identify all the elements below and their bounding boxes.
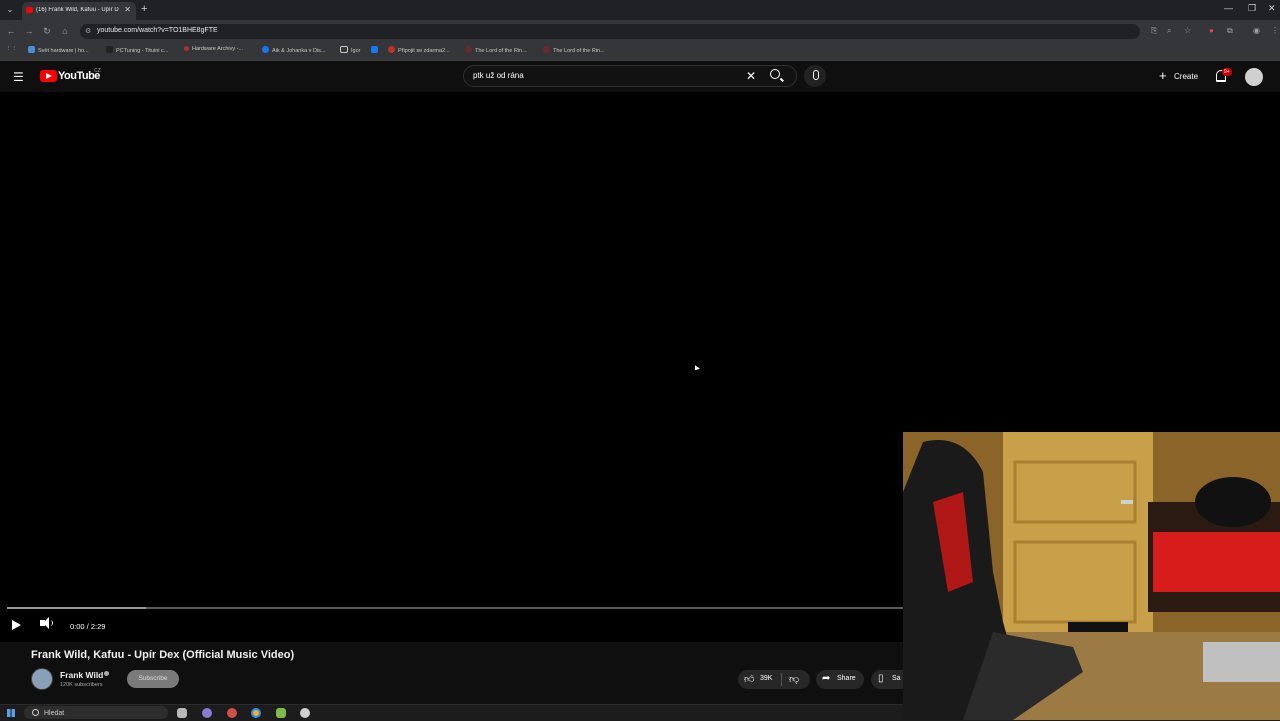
region-code: CZ (94, 68, 101, 74)
bookmark-item[interactable]: The Lord of the Rin... (465, 46, 527, 54)
channel-name[interactable]: Frank Wild (60, 670, 103, 680)
subscriber-count: 120K subscribers (60, 682, 103, 688)
tab-strip (0, 0, 1280, 20)
taskbar-app-icon[interactable] (300, 708, 310, 718)
divider (781, 673, 782, 686)
notification-badge[interactable]: 9+ (1222, 68, 1232, 76)
address-bar[interactable] (80, 24, 1140, 39)
red-blanket (1153, 532, 1280, 592)
progress-buffered (7, 607, 146, 609)
bookmark-icon[interactable]: ▯ (878, 673, 884, 684)
youtube-favicon-icon (26, 7, 33, 13)
bookmark-item[interactable]: Hardware Archivy -... (184, 46, 243, 52)
bookmark-folder[interactable]: Igor (340, 46, 360, 54)
tab-list-button[interactable]: ⌄ (4, 4, 16, 16)
time-display: 0:00 / 2:29 (70, 622, 106, 631)
close-window-icon[interactable]: ✕ (1268, 3, 1276, 14)
back-icon[interactable]: ← (5, 26, 17, 36)
subscribe-button[interactable]: Subscribe (127, 670, 179, 688)
apps-icon[interactable]: ⋮⋮ (6, 46, 17, 52)
channel-avatar[interactable] (31, 668, 53, 690)
windows-start-icon[interactable] (7, 709, 15, 717)
account-avatar[interactable] (1245, 68, 1263, 86)
thumbs-up-icon[interactable]: 👍︎ (744, 673, 754, 685)
facebook-icon[interactable] (371, 46, 381, 54)
clear-search-icon[interactable]: ✕ (746, 69, 756, 83)
menu-icon[interactable]: ⋮ (1271, 26, 1279, 35)
bookmark-item[interactable]: Aik & Johanka v Dis... (262, 46, 326, 54)
bookmark-item[interactable]: Svět hardware | ho... (28, 46, 89, 54)
like-count[interactable]: 39K (760, 675, 772, 682)
bookmark-item[interactable]: The Lord of the Rin... (543, 46, 605, 54)
tab-youtube[interactable]: (16) Frank Wild, Kafuu - Upír D ✕ (22, 2, 136, 20)
plus-icon[interactable]: + (1159, 68, 1167, 83)
webcam-overlay (903, 432, 1280, 720)
url-text[interactable]: youtube.com/watch?v=TO1BHE8gFTE (97, 27, 218, 34)
home-icon[interactable]: ⌂ (59, 26, 71, 36)
share-arrow-icon[interactable]: ➦ (822, 673, 830, 684)
share-label[interactable]: Share (837, 675, 856, 682)
verified-icon (104, 671, 109, 676)
reload-icon[interactable]: ↻ (41, 26, 53, 37)
taskbar-search-label[interactable]: Hledat (44, 710, 64, 717)
bookmark-item[interactable]: PCTuning - Tituini c... (106, 46, 168, 54)
install-app-icon[interactable]: ⎘ (1151, 26, 1157, 36)
video-title: Frank Wild, Kafuu - Upír Dex (Official M… (31, 649, 295, 661)
search-query[interactable]: ptk už od rána (473, 71, 524, 80)
forward-icon[interactable]: → (23, 26, 35, 36)
extension-icon[interactable]: ● (1209, 26, 1214, 35)
microphone-icon[interactable] (813, 70, 819, 80)
taskbar-app-icon[interactable] (177, 708, 187, 718)
save-label[interactable]: Sa (892, 675, 901, 682)
new-tab-button[interactable]: + (141, 3, 147, 15)
play-triangle-icon (46, 73, 52, 79)
minimize-icon[interactable]: — (1224, 3, 1233, 13)
bookmark-item[interactable]: Připojit se zdarma2... (388, 46, 450, 54)
hamburger-menu-icon[interactable]: ☰ (13, 70, 24, 84)
site-info-icon[interactable]: ⚙ (85, 27, 91, 35)
extensions-icon[interactable]: ⧉ (1227, 26, 1233, 36)
taskbar-app-icon[interactable] (202, 708, 212, 718)
chrome-icon[interactable] (251, 708, 261, 718)
restore-icon[interactable]: ❐ (1248, 3, 1256, 14)
profile-icon[interactable]: ◉ (1253, 26, 1260, 35)
tab-title: (16) Frank Wild, Kafuu - Upír D (36, 7, 119, 13)
taskbar-app-icon[interactable] (276, 708, 286, 718)
zoom-icon[interactable]: ⌕ (1167, 26, 1171, 36)
thumbs-down-icon[interactable]: 👎︎ (789, 673, 799, 685)
search-icon[interactable] (770, 69, 780, 79)
search-icon (32, 709, 39, 716)
webcam-scene (903, 432, 1280, 720)
volume-icon-body[interactable] (40, 620, 45, 626)
bookmark-star-icon[interactable]: ☆ (1184, 26, 1191, 35)
close-tab-icon[interactable]: ✕ (124, 5, 131, 14)
play-icon[interactable] (12, 620, 21, 630)
create-label[interactable]: Create (1174, 72, 1198, 81)
taskbar-app-icon[interactable] (227, 708, 237, 718)
